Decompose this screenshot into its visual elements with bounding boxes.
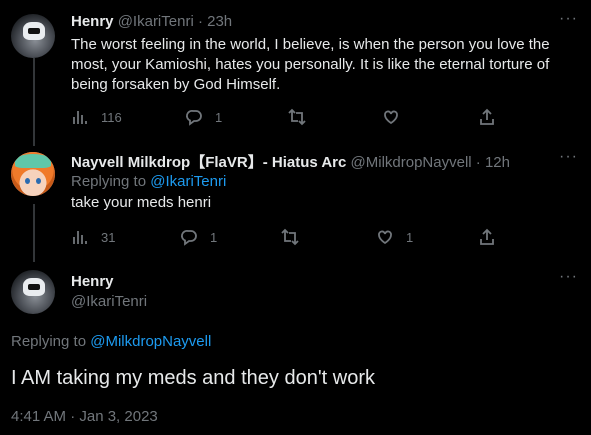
tweet-time[interactable]: · 12h <box>476 154 510 171</box>
retweet-icon <box>281 228 299 246</box>
reply-icon <box>181 230 197 246</box>
thread-line <box>33 204 35 262</box>
views-icon <box>73 111 87 124</box>
like-count: 1 <box>406 229 414 245</box>
thread-line <box>33 58 35 146</box>
share-icon <box>480 228 494 245</box>
retweet-button[interactable] <box>288 108 306 126</box>
tweet-header: Nayvell Milkdrop【FlaVR】- Hiatus Arc @Mil… <box>71 151 510 172</box>
replying-to: Replying to @MilkdropNayvell <box>11 333 211 350</box>
share-icon <box>480 108 494 125</box>
views-count: 116 <box>101 109 122 125</box>
like-button[interactable]: 1 <box>376 228 413 246</box>
avatar[interactable] <box>11 270 55 314</box>
replying-to: Replying to @IkariTenri <box>71 173 226 190</box>
tweet-timestamp[interactable]: 4:41 AM · Jan 3, 2023 <box>11 408 158 425</box>
like-button[interactable] <box>382 108 400 126</box>
more-icon[interactable]: ··· <box>559 268 578 286</box>
reply-button[interactable]: 1 <box>185 108 222 126</box>
author-name[interactable]: Henry <box>71 13 114 30</box>
replying-label: Replying to <box>71 173 147 190</box>
avatar-eye <box>36 178 41 184</box>
author-handle[interactable]: @IkariTenri <box>118 13 194 30</box>
reply-icon <box>186 110 202 126</box>
tweet-text: The worst feeling in the world, I believ… <box>71 36 550 93</box>
tweet-text: take your meds henri <box>71 194 212 211</box>
replying-handle-link[interactable]: @IkariTenri <box>150 173 226 190</box>
views-icon <box>73 231 87 244</box>
avatar-eye <box>25 178 30 184</box>
reply-button[interactable]: 1 <box>180 228 217 246</box>
avatar-hat <box>15 154 51 168</box>
author-handle[interactable]: @MilkdropNayvell <box>351 154 472 171</box>
like-icon <box>384 110 398 125</box>
replying-handle-link[interactable]: @MilkdropNayvell <box>90 333 211 350</box>
tweet-header: Henry @IkariTenri · 23h <box>71 13 232 30</box>
tweet-time[interactable]: · 23h <box>198 13 232 30</box>
avatar[interactable] <box>11 14 55 58</box>
replying-label: Replying to <box>11 333 87 350</box>
share-button[interactable] <box>478 108 496 126</box>
main-tweet-text: I AM taking my meds and they don't work <box>11 367 375 389</box>
like-icon <box>378 230 392 245</box>
retweet-icon <box>288 108 306 126</box>
avatar[interactable] <box>11 152 55 196</box>
retweet-button[interactable] <box>281 228 299 246</box>
views-button[interactable]: 31 <box>71 228 115 246</box>
reply-count: 1 <box>210 229 218 245</box>
author-name[interactable]: Henry <box>71 273 114 290</box>
author-name[interactable]: Nayvell Milkdrop【FlaVR】- Hiatus Arc <box>71 154 346 171</box>
reply-count: 1 <box>215 109 223 125</box>
more-icon[interactable]: ··· <box>559 148 578 166</box>
views-button[interactable]: 116 <box>71 108 122 126</box>
share-button[interactable] <box>478 228 496 246</box>
author-handle[interactable]: @IkariTenri <box>71 293 147 310</box>
more-icon[interactable]: ··· <box>559 10 578 28</box>
views-count: 31 <box>101 229 116 245</box>
